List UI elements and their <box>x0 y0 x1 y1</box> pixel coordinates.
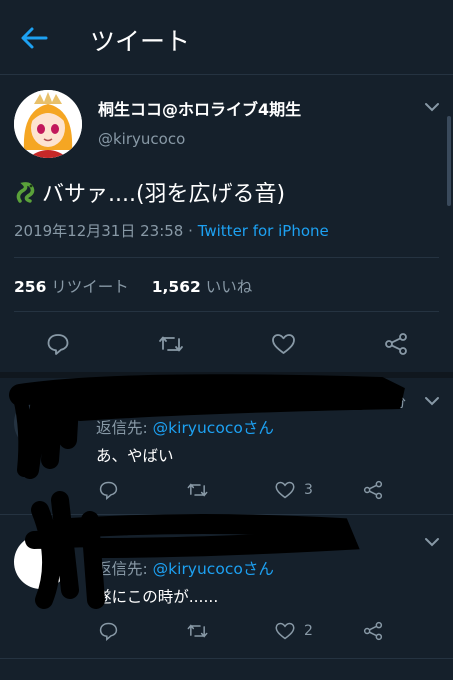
redaction-scribble <box>9 374 405 609</box>
